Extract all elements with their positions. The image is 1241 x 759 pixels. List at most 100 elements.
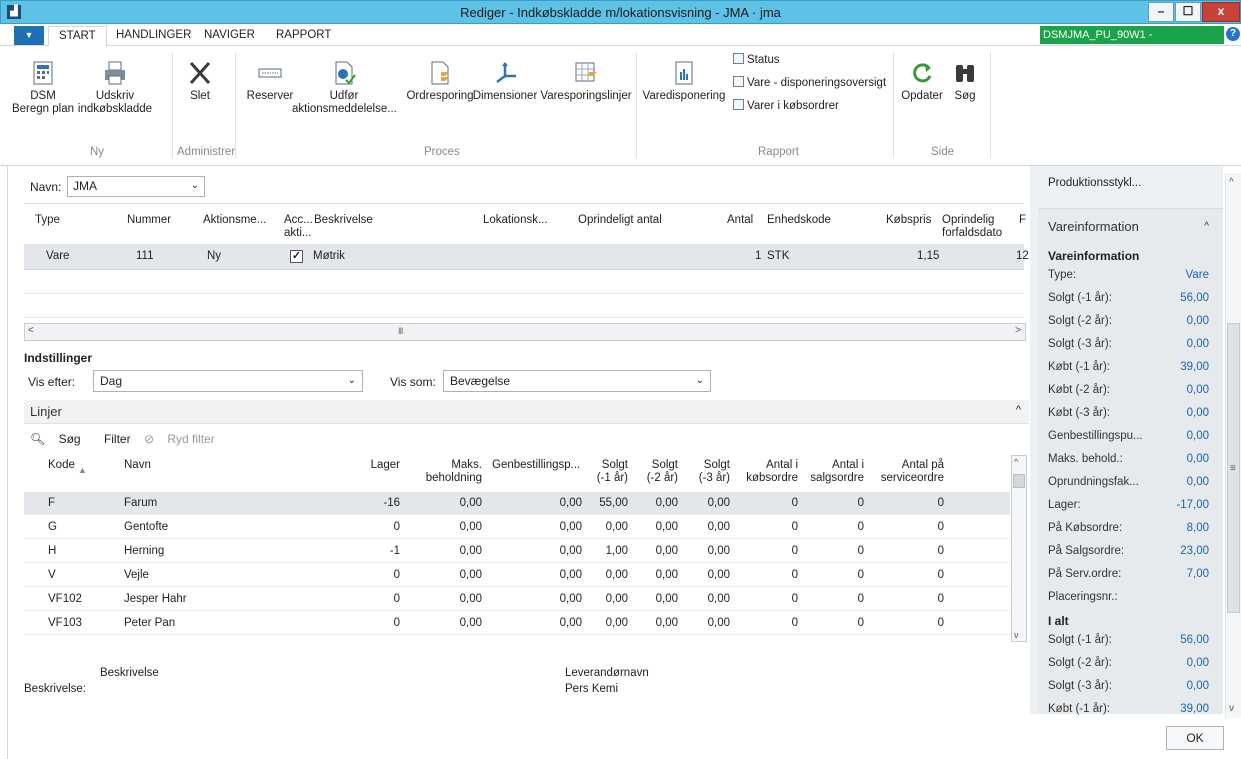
scroll-up-icon[interactable]: ^ bbox=[1014, 457, 1018, 467]
factbox-value[interactable]: Vare bbox=[1186, 269, 1209, 281]
col-solgt-1[interactable]: Solgt (-1 år) bbox=[590, 459, 628, 485]
varedisponering-button[interactable]: Varedisponering bbox=[640, 60, 728, 103]
lines-row[interactable]: VF103 Peter Pan 0 0,00 0,00 0,00 0,00 0,00 0 0 0 bbox=[24, 612, 1010, 635]
collapse-icon[interactable]: ^ bbox=[1204, 221, 1209, 232]
udskriv-indkobskladde-button[interactable]: Udskriv indkøbskladde bbox=[70, 60, 160, 116]
col-enhedskode[interactable]: Enhedskode bbox=[767, 214, 831, 227]
factbox-value[interactable]: 8,00 bbox=[1187, 522, 1209, 534]
dimensioner-button[interactable]: Dimensioner bbox=[466, 60, 544, 103]
linjer-section-header[interactable]: Linjer ^ bbox=[24, 400, 1029, 424]
tab-naviger[interactable]: NAVIGER bbox=[204, 29, 255, 41]
col-type[interactable]: Type bbox=[35, 214, 60, 227]
close-button[interactable]: x bbox=[1202, 2, 1240, 22]
factbox-value[interactable]: 56,00 bbox=[1180, 634, 1209, 646]
vareinformation-header[interactable]: Vareinformation bbox=[1048, 219, 1139, 234]
col-kobspris[interactable]: Købspris bbox=[886, 214, 931, 227]
group-side: Side bbox=[931, 146, 955, 158]
col-nummer[interactable]: Nummer bbox=[127, 214, 171, 227]
varer-i-kobsordrer-button[interactable]: Varer i købsordrer bbox=[733, 99, 839, 112]
sog-button[interactable]: Søg bbox=[949, 60, 981, 103]
navn-dropdown[interactable]: JMA ⌄ bbox=[67, 176, 205, 197]
scroll-down-icon[interactable]: v bbox=[1014, 630, 1019, 640]
lines-row[interactable]: F Farum -16 0,00 0,00 55,00 0,00 0,00 0 0 0 bbox=[24, 492, 1010, 515]
lines-row[interactable]: H Herning -1 0,00 0,00 1,00 0,00 0,00 0 0 0 bbox=[24, 540, 1010, 563]
factbox-scrollbar[interactable]: ^ ≡ v bbox=[1225, 173, 1241, 718]
maximize-button[interactable]: ☐ bbox=[1175, 2, 1201, 22]
vis-som-dropdown[interactable]: Bevægelse ⌄ bbox=[443, 370, 711, 392]
lines-row[interactable]: G Gentofte 0 0,00 0,00 0,00 0,00 0,00 0 0 0 bbox=[24, 516, 1010, 539]
factbox-value[interactable]: 7,00 bbox=[1187, 568, 1209, 580]
row-kobspris: 1,15 bbox=[917, 250, 940, 262]
col-lager[interactable]: Lager bbox=[340, 459, 400, 472]
scroll-left-icon[interactable]: < bbox=[28, 325, 34, 336]
col-oprindelig-forfaldsdato[interactable]: Oprindelig forfaldsdato bbox=[942, 214, 1002, 240]
factbox-value[interactable]: 0,00 bbox=[1187, 338, 1209, 350]
status-report-button[interactable]: Status bbox=[733, 53, 780, 66]
app-menu-dropdown[interactable]: ▼ bbox=[14, 26, 44, 45]
tab-handlinger[interactable]: HANDLINGER bbox=[116, 29, 191, 41]
item-tracking-lines-icon bbox=[575, 62, 597, 82]
factbox-value[interactable]: 0,00 bbox=[1187, 407, 1209, 419]
scroll-up-icon[interactable]: ^ bbox=[1229, 177, 1234, 188]
empty-row[interactable] bbox=[24, 271, 1024, 294]
horizontal-scrollbar[interactable]: < III > bbox=[24, 323, 1026, 341]
minimize-button[interactable]: – bbox=[1148, 2, 1174, 22]
factbox-value[interactable]: 0,00 bbox=[1187, 680, 1209, 692]
ok-button[interactable]: OK bbox=[1166, 726, 1224, 750]
ryd-filter-button[interactable]: ⊘ Ryd filter bbox=[144, 432, 225, 446]
filter-button[interactable]: Filter bbox=[104, 432, 131, 446]
col-lokationskode[interactable]: Lokationsk... bbox=[483, 214, 548, 227]
cell-navn: Jesper Hahr bbox=[124, 593, 187, 605]
opdater-button[interactable]: Opdater bbox=[899, 60, 945, 103]
col-antal[interactable]: Antal bbox=[727, 214, 753, 227]
scroll-down-icon[interactable]: v bbox=[1229, 703, 1234, 714]
col-maks-beholdning[interactable]: Maks. beholdning bbox=[404, 459, 482, 485]
factbox-value[interactable]: 0,00 bbox=[1187, 315, 1209, 327]
factbox-value[interactable]: 23,00 bbox=[1180, 545, 1209, 557]
col-antal-salgsordre[interactable]: Antal i salgsordre bbox=[802, 459, 864, 485]
scroll-thumb[interactable] bbox=[1013, 474, 1025, 488]
factbox-value[interactable]: 0,00 bbox=[1187, 430, 1209, 442]
collapse-icon[interactable]: ^ bbox=[1016, 404, 1021, 416]
col-genbestillingspunkt[interactable]: Genbestillingsp... bbox=[492, 459, 580, 472]
factbox-value[interactable]: -17,00 bbox=[1176, 499, 1209, 511]
vis-efter-dropdown[interactable]: Dag ⌄ bbox=[93, 370, 363, 392]
scroll-right-icon[interactable]: > bbox=[1015, 325, 1021, 336]
slet-button[interactable]: Slet bbox=[180, 60, 220, 103]
udfor-aktionsmeddelelse-button[interactable]: Udfør aktionsmeddelelse... bbox=[292, 60, 397, 116]
factbox-value[interactable]: 39,00 bbox=[1180, 703, 1209, 715]
lines-row[interactable]: VF102 Jesper Hahr 0 0,00 0,00 0,00 0,00 0,00 0 0 0 bbox=[24, 588, 1010, 611]
varesporingslinjer-button[interactable]: Varesporingslinjer bbox=[536, 60, 636, 103]
factbox-value[interactable]: 0,00 bbox=[1187, 453, 1209, 465]
produktionsstykliste-link[interactable]: Produktionsstykl... bbox=[1048, 177, 1141, 189]
col-truncated[interactable]: F bbox=[1019, 214, 1026, 227]
scroll-grip-icon[interactable]: ≡ bbox=[1230, 463, 1236, 474]
factbox-value[interactable]: 39,00 bbox=[1180, 361, 1209, 373]
accept-action-checkbox[interactable]: ✓ bbox=[290, 250, 303, 263]
col-solgt-3[interactable]: Solgt (-3 år) bbox=[692, 459, 730, 485]
tab-rapport[interactable]: RAPPORT bbox=[276, 29, 331, 41]
col-kode[interactable]: Kode bbox=[48, 459, 75, 472]
col-navn[interactable]: Navn bbox=[124, 459, 151, 472]
scroll-grip-icon[interactable]: III bbox=[398, 326, 403, 336]
reserver-button[interactable]: Reserver bbox=[244, 60, 296, 103]
col-oprindeligt-antal[interactable]: Oprindeligt antal bbox=[578, 214, 662, 227]
col-accepter-aktion[interactable]: Acc... akti... bbox=[284, 214, 313, 240]
col-solgt-2[interactable]: Solgt (-2 år) bbox=[640, 459, 678, 485]
factbox-value[interactable]: 0,00 bbox=[1187, 657, 1209, 669]
empty-row[interactable] bbox=[24, 295, 1024, 318]
factbox-value[interactable]: 0,00 bbox=[1187, 476, 1209, 488]
help-icon[interactable]: ? bbox=[1226, 27, 1240, 41]
col-antal-serviceordre[interactable]: Antal på serviceordre bbox=[872, 459, 944, 485]
sog-lines-button[interactable]: 🔍︎ Søg bbox=[30, 432, 91, 446]
col-antal-kobsordre[interactable]: Antal i købsordre bbox=[734, 459, 798, 485]
tab-start[interactable]: START bbox=[48, 26, 107, 47]
col-beskrivelse[interactable]: Beskrivelse bbox=[314, 214, 373, 227]
lines-row[interactable]: V Vejle 0 0,00 0,00 0,00 0,00 0,00 0 0 0 bbox=[24, 564, 1010, 587]
lines-vertical-scrollbar[interactable]: ^ v bbox=[1011, 455, 1027, 642]
journal-row[interactable]: Vare 111 Ny ✓ Møtrik 1 STK 1,15 12 bbox=[24, 244, 1029, 270]
factbox-value[interactable]: 56,00 bbox=[1180, 292, 1209, 304]
factbox-value[interactable]: 0,00 bbox=[1187, 384, 1209, 396]
vare-disponeringsoversigt-button[interactable]: Vare - disponeringsoversigt bbox=[733, 76, 886, 89]
col-aktionsmeddelelse[interactable]: Aktionsme... bbox=[203, 214, 266, 227]
